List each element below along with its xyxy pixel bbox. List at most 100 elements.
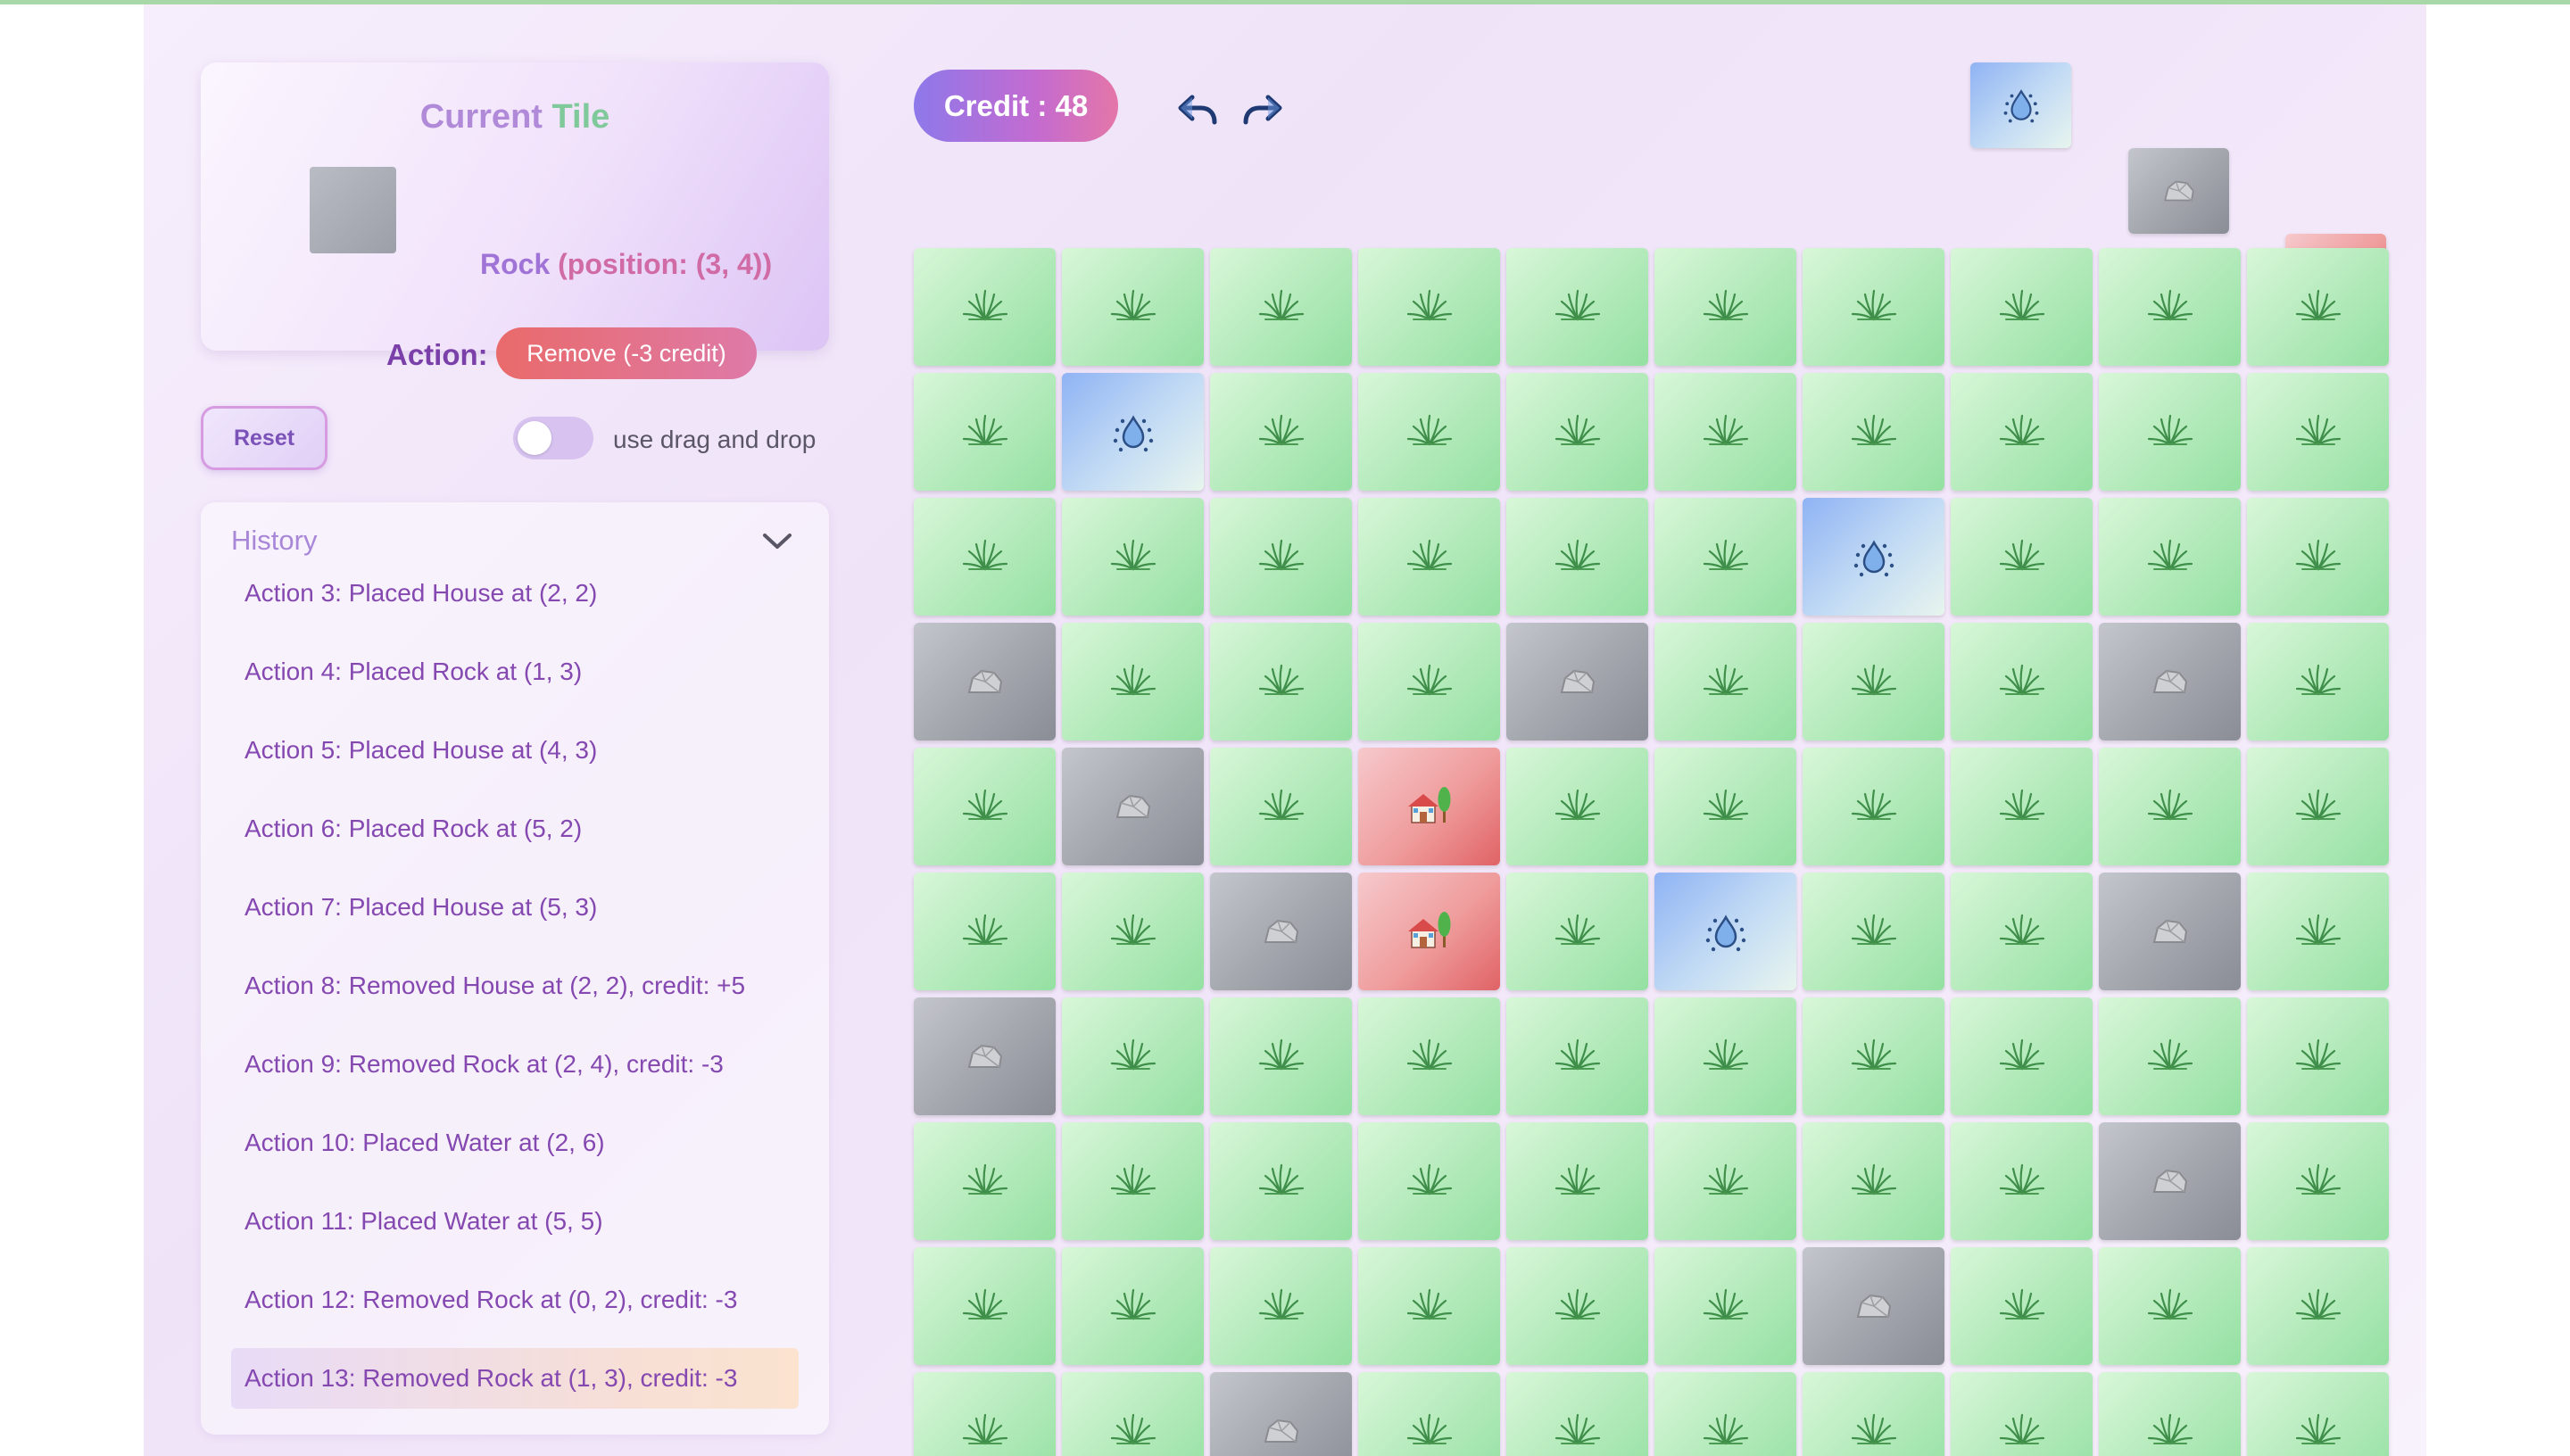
grass-tile[interactable] [1358,1122,1500,1240]
grass-tile[interactable] [2099,498,2241,616]
grass-tile[interactable] [1654,997,1796,1115]
grass-tile[interactable] [1210,498,1352,616]
grass-tile[interactable] [1062,623,1204,740]
history-item[interactable]: Action 7: Placed House at (5, 3) [231,877,799,938]
grass-tile[interactable] [1803,623,1944,740]
grass-tile[interactable] [1654,373,1796,491]
grass-tile[interactable] [1654,498,1796,616]
grass-tile[interactable] [2247,873,2389,990]
grass-tile[interactable] [1210,248,1352,366]
grass-tile[interactable] [1654,248,1796,366]
grass-tile[interactable] [2247,1122,2389,1240]
rock-tile[interactable] [1506,623,1648,740]
grass-tile[interactable] [2247,748,2389,865]
history-item[interactable]: Action 6: Placed Rock at (5, 2) [231,798,799,859]
grass-tile[interactable] [1951,373,2093,491]
remove-tile-button[interactable]: Remove (-3 credit) [496,327,757,379]
palette-rock-tile[interactable] [2128,148,2229,234]
grass-tile[interactable] [914,873,1056,990]
rock-tile[interactable] [1803,1247,1944,1365]
history-item[interactable]: Action 8: Removed House at (2, 2), credi… [231,956,799,1016]
grass-tile[interactable] [1062,1122,1204,1240]
grass-tile[interactable] [1506,248,1648,366]
grass-tile[interactable] [1358,1372,1500,1456]
grass-tile[interactable] [1803,1122,1944,1240]
history-item[interactable]: Action 11: Placed Water at (5, 5) [231,1191,799,1252]
grass-tile[interactable] [2099,1372,2241,1456]
grass-tile[interactable] [914,748,1056,865]
chevron-down-icon[interactable] [759,528,795,553]
grass-tile[interactable] [1654,623,1796,740]
grass-tile[interactable] [1803,997,1944,1115]
grass-tile[interactable] [1062,498,1204,616]
grass-tile[interactable] [1951,1372,2093,1456]
grass-tile[interactable] [1358,623,1500,740]
grass-tile[interactable] [1951,1122,2093,1240]
grass-tile[interactable] [1654,1122,1796,1240]
drag-drop-toggle[interactable] [513,417,593,459]
grass-tile[interactable] [1506,748,1648,865]
rock-tile[interactable] [2099,623,2241,740]
grass-tile[interactable] [1062,248,1204,366]
grass-tile[interactable] [914,1372,1056,1456]
undo-icon[interactable] [1176,88,1219,131]
grass-tile[interactable] [1210,997,1352,1115]
grass-tile[interactable] [1506,1247,1648,1365]
history-item[interactable]: Action 5: Placed House at (4, 3) [231,720,799,781]
rock-tile[interactable] [2099,873,2241,990]
grass-tile[interactable] [1210,1247,1352,1365]
house-tile[interactable] [1358,873,1500,990]
grass-tile[interactable] [2099,248,2241,366]
grass-tile[interactable] [1951,1247,2093,1365]
grass-tile[interactable] [1506,873,1648,990]
palette-water-tile[interactable] [1970,62,2071,148]
grass-tile[interactable] [2247,248,2389,366]
grass-tile[interactable] [1358,373,1500,491]
grass-tile[interactable] [1951,498,2093,616]
grass-tile[interactable] [1951,248,2093,366]
grass-tile[interactable] [1358,248,1500,366]
rock-tile[interactable] [1210,873,1352,990]
grass-tile[interactable] [1803,748,1944,865]
water-tile[interactable] [1654,873,1796,990]
grass-tile[interactable] [2099,748,2241,865]
grass-tile[interactable] [914,373,1056,491]
grass-tile[interactable] [1803,873,1944,990]
rock-tile[interactable] [1062,748,1204,865]
history-item[interactable]: Action 12: Removed Rock at (0, 2), credi… [231,1270,799,1330]
grass-tile[interactable] [914,1122,1056,1240]
house-tile[interactable] [1358,748,1500,865]
water-tile[interactable] [1062,373,1204,491]
grass-tile[interactable] [914,498,1056,616]
grass-tile[interactable] [1506,997,1648,1115]
history-item[interactable]: Action 13: Removed Rock at (1, 3), credi… [231,1348,799,1409]
grass-tile[interactable] [2247,997,2389,1115]
grass-tile[interactable] [1210,373,1352,491]
grass-tile[interactable] [2099,1247,2241,1365]
grass-tile[interactable] [1062,997,1204,1115]
history-item[interactable]: Action 10: Placed Water at (2, 6) [231,1113,799,1173]
grass-tile[interactable] [2247,498,2389,616]
rock-tile[interactable] [914,997,1056,1115]
grass-tile[interactable] [1654,1372,1796,1456]
history-item[interactable]: Action 9: Removed Rock at (2, 4), credit… [231,1034,799,1095]
grass-tile[interactable] [1654,748,1796,865]
grass-tile[interactable] [1506,498,1648,616]
grass-tile[interactable] [2247,1247,2389,1365]
grass-tile[interactable] [1062,1247,1204,1365]
redo-icon[interactable] [1241,88,1284,131]
rock-tile[interactable] [1210,1372,1352,1456]
grass-tile[interactable] [1210,748,1352,865]
grass-tile[interactable] [2247,623,2389,740]
reset-button[interactable]: Reset [201,406,327,470]
history-item[interactable]: Action 3: Placed House at (2, 2) [231,563,799,624]
grass-tile[interactable] [1951,623,2093,740]
grass-tile[interactable] [1062,873,1204,990]
grass-tile[interactable] [1803,1372,1944,1456]
grass-tile[interactable] [1210,623,1352,740]
grass-tile[interactable] [2247,373,2389,491]
history-item[interactable]: Action 4: Placed Rock at (1, 3) [231,641,799,702]
grass-tile[interactable] [1951,997,2093,1115]
grass-tile[interactable] [1803,248,1944,366]
grass-tile[interactable] [914,248,1056,366]
